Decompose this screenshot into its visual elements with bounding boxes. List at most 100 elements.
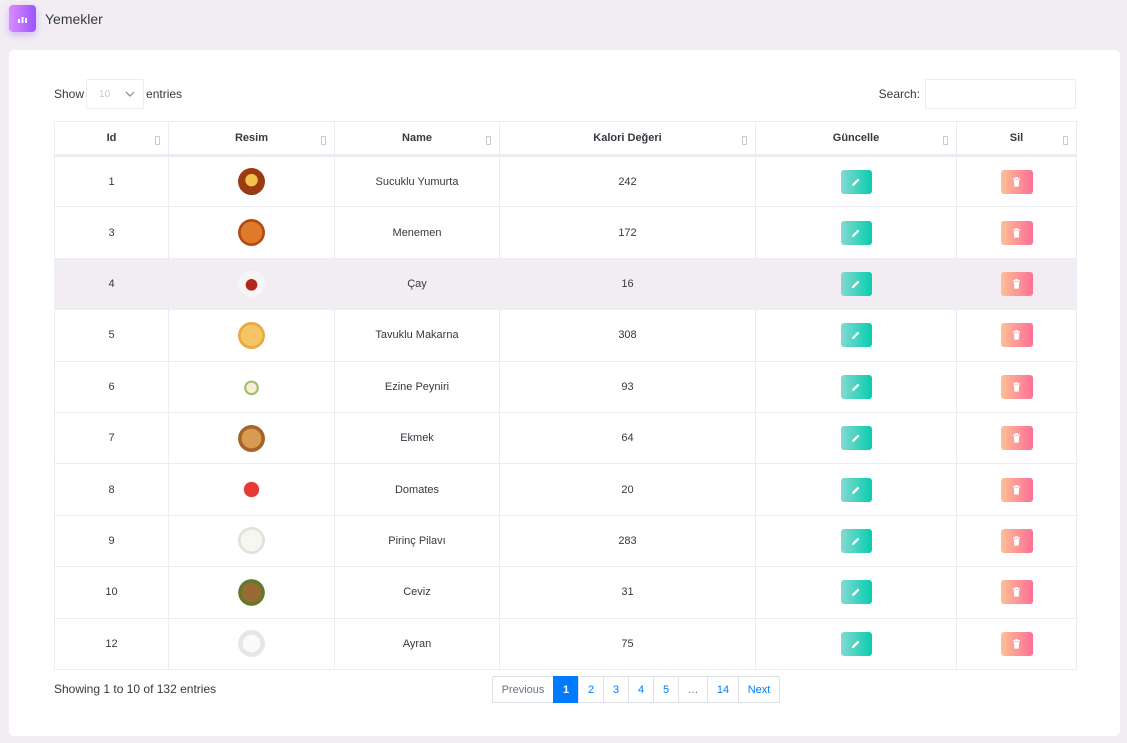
cell-image	[168, 463, 335, 516]
column-header-kalori[interactable]: Kalori Değeri	[499, 121, 756, 157]
table-info: Showing 1 to 10 of 132 entries	[54, 682, 217, 696]
cell-name: Ezine Peyniri	[334, 360, 500, 413]
cell-delete	[956, 617, 1077, 670]
edit-button[interactable]	[840, 169, 872, 194]
table-body: 1 Sucuklu Yumurta 242 3 Menemen 172 4 Çay 16 5 Tav…	[54, 154, 1077, 670]
cell-kalori: 93	[499, 360, 756, 413]
pencil-icon	[852, 537, 860, 545]
table-row: 6 Ezine Peyniri 93	[54, 360, 1077, 413]
trash-icon	[1013, 279, 1020, 289]
trash-icon	[1013, 484, 1020, 495]
show-label: Show	[54, 87, 85, 101]
cell-delete	[956, 411, 1077, 465]
search-filter: Search:	[879, 79, 1076, 109]
cell-id: 8	[54, 463, 169, 516]
table-row: 1 Sucuklu Yumurta 242	[54, 154, 1077, 208]
ekmek-thumbnail	[238, 424, 265, 452]
page-header: Yemekler	[9, 5, 103, 32]
pencil-icon	[852, 331, 860, 340]
column-header-resim[interactable]: Resim	[168, 121, 335, 157]
previous-page-button[interactable]: Previous	[492, 676, 554, 703]
edit-button[interactable]	[840, 580, 872, 605]
cell-image	[168, 566, 335, 619]
cell-kalori: 242	[499, 154, 756, 208]
pencil-icon	[852, 229, 860, 237]
cell-name: Çay	[334, 257, 500, 311]
delete-button[interactable]	[1000, 374, 1033, 399]
entries-label: entries	[146, 87, 183, 101]
cell-delete	[956, 360, 1077, 413]
delete-button[interactable]	[1000, 426, 1033, 451]
sort-icon	[486, 136, 491, 145]
delete-button[interactable]	[1000, 323, 1033, 348]
sort-icon	[321, 136, 326, 145]
sort-icon	[1063, 136, 1068, 145]
delete-button[interactable]	[1000, 580, 1033, 605]
cell-edit	[755, 257, 957, 311]
pencil-icon	[852, 280, 860, 288]
page-button-4[interactable]: 4	[628, 676, 654, 703]
cell-image	[168, 154, 335, 208]
chevron-down-icon	[125, 91, 135, 97]
delete-button[interactable]	[1000, 169, 1033, 194]
page-button-1[interactable]: 1	[553, 676, 579, 703]
search-input[interactable]	[925, 79, 1076, 109]
table-row: 12 Ayran 75	[54, 617, 1077, 670]
sort-icon	[943, 136, 948, 145]
pencil-icon	[852, 486, 860, 494]
table-row: 10 Ceviz 31	[54, 566, 1077, 619]
column-header-name[interactable]: Name	[334, 121, 500, 157]
cell-id: 6	[54, 360, 169, 413]
cell-image	[168, 257, 335, 311]
table-row: 8 Domates 20	[54, 463, 1077, 516]
delete-button[interactable]	[1000, 220, 1033, 245]
edit-button[interactable]	[840, 426, 872, 451]
delete-button[interactable]	[1000, 528, 1033, 553]
sucuklu-yumurta-thumbnail	[238, 168, 265, 196]
column-header-guncelle[interactable]: Güncelle	[755, 121, 957, 157]
ayran-thumbnail	[238, 630, 265, 658]
ceviz-thumbnail	[238, 578, 265, 606]
column-header-id[interactable]: Id	[54, 121, 169, 157]
pencil-icon	[852, 588, 860, 597]
edit-button[interactable]	[840, 271, 872, 296]
page-button-2[interactable]: 2	[578, 676, 604, 703]
delete-button[interactable]	[1000, 477, 1033, 502]
trash-icon	[1013, 381, 1020, 392]
cell-id: 7	[54, 411, 169, 465]
page-button-3[interactable]: 3	[603, 676, 629, 703]
edit-button[interactable]	[840, 323, 872, 348]
cell-image	[168, 206, 335, 259]
column-header-sil[interactable]: Sil	[956, 121, 1077, 157]
cell-image	[168, 411, 335, 465]
delete-button[interactable]	[1000, 271, 1033, 296]
trash-icon	[1013, 227, 1020, 238]
next-page-button[interactable]: Next	[738, 676, 780, 703]
cell-kalori: 16	[499, 257, 756, 311]
edit-button[interactable]	[840, 631, 872, 656]
edit-button[interactable]	[840, 374, 872, 399]
cell-id: 4	[54, 257, 169, 311]
table-card: Show 10 entries Search: Id Resim Name Ka…	[9, 50, 1120, 736]
cell-delete	[956, 566, 1077, 619]
cay-thumbnail	[238, 270, 265, 298]
cell-name: Ayran	[334, 617, 500, 670]
table-row: 9 Pirinç Pilavı 283	[54, 514, 1077, 568]
cell-id: 1	[54, 154, 169, 208]
page-button-5[interactable]: 5	[653, 676, 679, 703]
page-button-14[interactable]: 14	[707, 676, 739, 703]
menemen-thumbnail	[238, 219, 265, 247]
edit-button[interactable]	[840, 220, 872, 245]
delete-button[interactable]	[1000, 631, 1033, 656]
table-row: 3 Menemen 172	[54, 206, 1077, 259]
page-title: Yemekler	[45, 10, 103, 27]
cell-kalori: 64	[499, 411, 756, 465]
pagination: Previous 1 2 3 4 5 … 14 Next	[492, 676, 780, 703]
edit-button[interactable]	[840, 477, 872, 502]
pencil-icon	[852, 383, 860, 391]
pencil-icon	[852, 640, 860, 648]
entries-select[interactable]: 10	[86, 79, 145, 109]
cell-delete	[956, 463, 1077, 516]
edit-button[interactable]	[840, 528, 872, 553]
cell-delete	[956, 309, 1077, 362]
